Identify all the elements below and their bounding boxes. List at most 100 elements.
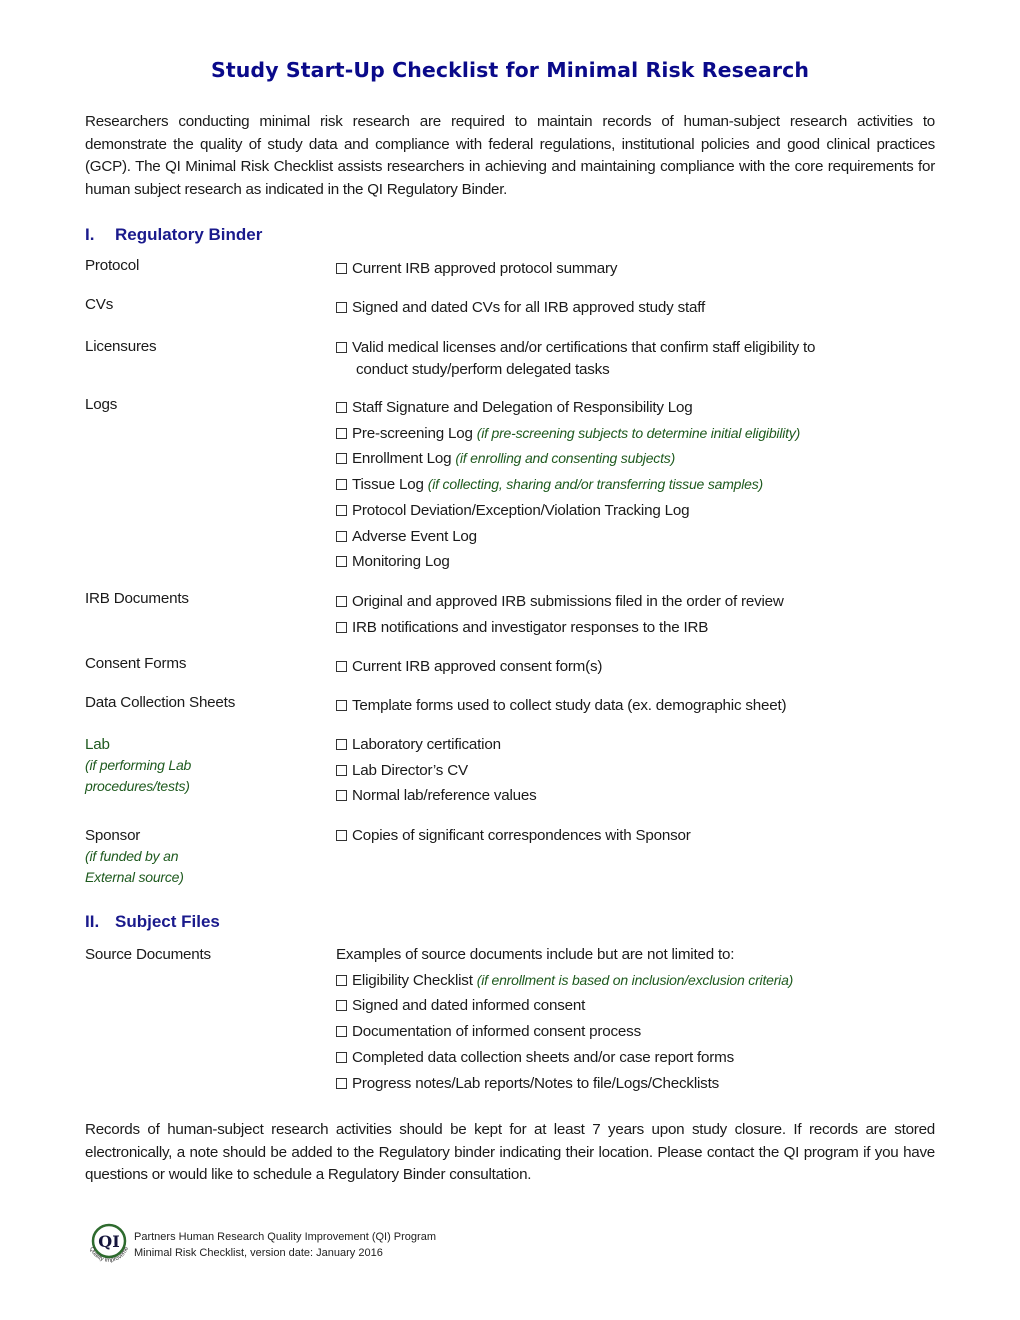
- checkbox[interactable]: [336, 1051, 347, 1063]
- item-text: Template forms used to collect study dat…: [352, 697, 787, 714]
- logo-text: QI: [98, 1232, 119, 1251]
- checklist-item[interactable]: Normal lab/reference values: [336, 783, 956, 809]
- items-intro: Examples of source documents include but…: [336, 946, 735, 963]
- checklist-item[interactable]: Lab Director’s CV: [336, 758, 956, 784]
- checkbox[interactable]: [336, 596, 347, 607]
- item-text: Staff Signature and Delegation of Respon…: [352, 399, 693, 416]
- section-number: I.: [85, 225, 95, 244]
- item-text: Pre-screening Log: [352, 424, 473, 442]
- checklist-item[interactable]: Eligibility Checklist (if enrollment is …: [336, 968, 956, 994]
- checklist-item[interactable]: Enrollment Log (if enrolling and consent…: [336, 446, 956, 472]
- checklist-item[interactable]: Laboratory certification: [336, 732, 956, 758]
- footer-program-name: Partners Human Research Quality Improvem…: [134, 1231, 436, 1243]
- row-label-note: procedures/tests): [85, 777, 190, 794]
- checklist-item[interactable]: Copies of significant correspondences wi…: [336, 823, 956, 849]
- checkbox[interactable]: [336, 504, 347, 516]
- row-label: Consent Forms: [85, 655, 187, 672]
- footer: QI Quality Improvement Partners Human Re…: [82, 1214, 582, 1274]
- checklist-item[interactable]: Documentation of informed consent proces…: [336, 1019, 956, 1045]
- checkbox[interactable]: [336, 342, 347, 353]
- page-title: Study Start-Up Checklist for Minimal Ris…: [210, 58, 810, 82]
- checklist-item[interactable]: Monitoring Log: [336, 549, 956, 575]
- item-text: Completed data collection sheets and/or …: [352, 1048, 734, 1066]
- checklist-item[interactable]: Completed data collection sheets and/or …: [336, 1045, 956, 1071]
- item-text-continued: conduct study/perform delegated tasks: [356, 361, 610, 378]
- checklist-item[interactable]: Current IRB approved protocol summary: [336, 256, 956, 282]
- item-text: Tissue Log: [352, 476, 424, 494]
- checklist-item[interactable]: Valid medical licenses and/or certificat…: [336, 337, 956, 381]
- row-label: Data Collection Sheets: [85, 694, 236, 711]
- item-condition: (if pre-screening subjects to determine …: [476, 424, 801, 441]
- section-heading-subject-files: II. Subject Files: [85, 912, 220, 932]
- item-text: Monitoring Log: [352, 553, 450, 571]
- item-text: Original and approved IRB submissions fi…: [352, 593, 784, 610]
- item-text: Valid medical licenses and/or certificat…: [352, 339, 816, 356]
- row-label: Logs: [85, 396, 118, 413]
- checkbox[interactable]: [336, 700, 347, 711]
- row-label-text: Sponsor: [85, 827, 141, 844]
- item-text: IRB notifications and investigator respo…: [352, 618, 709, 636]
- checklist-item[interactable]: Tissue Log (if collecting, sharing and/o…: [336, 472, 956, 498]
- checkbox[interactable]: [336, 1077, 347, 1089]
- checkbox[interactable]: [336, 530, 347, 542]
- checkbox[interactable]: [336, 621, 347, 633]
- row-label-note: (if funded by an: [85, 848, 179, 864]
- checkbox[interactable]: [336, 302, 347, 313]
- checkbox[interactable]: [336, 739, 347, 750]
- qi-logo-icon: QI Quality Improvement: [82, 1214, 130, 1264]
- item-text: Lab Director’s CV: [352, 761, 468, 779]
- checkbox[interactable]: [336, 479, 347, 491]
- checklist-item[interactable]: Signed and dated informed consent: [336, 993, 956, 1019]
- checkbox[interactable]: [336, 661, 347, 672]
- row-label: Lab (if performing Lab procedures/tests): [85, 735, 325, 796]
- item-text: Protocol Deviation/Exception/Violation T…: [352, 501, 690, 519]
- item-condition: (if collecting, sharing and/or transferr…: [427, 476, 764, 493]
- item-text: Laboratory certification: [352, 736, 501, 753]
- item-text: Signed and dated informed consent: [352, 997, 586, 1015]
- item-condition: (if enrollment is based on inclusion/exc…: [476, 971, 794, 988]
- item-text: Eligibility Checklist: [352, 971, 473, 989]
- checkbox[interactable]: [336, 790, 347, 802]
- item-text: Current IRB approved consent form(s): [352, 658, 603, 675]
- checkbox[interactable]: [336, 556, 347, 568]
- checkbox[interactable]: [336, 1000, 347, 1012]
- checklist-item[interactable]: Progress notes/Lab reports/Notes to file…: [336, 1071, 956, 1097]
- section-heading-regulatory-binder: I. Regulatory Binder: [85, 225, 262, 245]
- checkbox[interactable]: [336, 764, 347, 776]
- checkbox[interactable]: [336, 263, 347, 274]
- checkbox[interactable]: [336, 830, 347, 841]
- checklist-item[interactable]: Protocol Deviation/Exception/Violation T…: [336, 498, 956, 524]
- item-text: Progress notes/Lab reports/Notes to file…: [352, 1074, 719, 1092]
- item-condition: (if enrolling and consenting subjects): [455, 450, 676, 467]
- item-text: Normal lab/reference values: [352, 787, 537, 805]
- row-label: CVs: [85, 296, 114, 313]
- intro-paragraph: Researchers conducting minimal risk rese…: [85, 113, 935, 198]
- checkbox[interactable]: [336, 974, 347, 986]
- row-label: Sponsor (if funded by an External source…: [85, 826, 325, 887]
- checklist-item[interactable]: Original and approved IRB submissions fi…: [336, 589, 956, 615]
- checklist-item[interactable]: IRB notifications and investigator respo…: [336, 615, 956, 641]
- row-label: IRB Documents: [85, 590, 189, 607]
- checkbox[interactable]: [336, 427, 347, 439]
- closing-paragraph: Records of human-subject research activi…: [85, 1121, 935, 1183]
- item-text: Current IRB approved protocol summary: [352, 260, 618, 277]
- row-label-note: (if performing Lab: [85, 757, 192, 773]
- checklist-item[interactable]: Current IRB approved consent form(s): [336, 654, 956, 680]
- checkbox[interactable]: [336, 1026, 347, 1038]
- row-label: Protocol: [85, 257, 140, 274]
- checklist-item[interactable]: Template forms used to collect study dat…: [336, 693, 956, 719]
- item-text: Signed and dated CVs for all IRB approve…: [352, 299, 705, 316]
- row-label: Licensures: [85, 338, 157, 355]
- row-label-text: Lab: [85, 736, 110, 753]
- item-text: Adverse Event Log: [352, 527, 477, 545]
- checklist-item[interactable]: Adverse Event Log: [336, 524, 956, 550]
- checklist-item[interactable]: Pre-screening Log (if pre-screening subj…: [336, 421, 956, 447]
- footer-version: Minimal Risk Checklist, version date: Ja…: [134, 1247, 383, 1259]
- checklist-item[interactable]: Signed and dated CVs for all IRB approve…: [336, 295, 956, 321]
- item-text: Enrollment Log: [352, 450, 452, 468]
- item-text: Copies of significant correspondences wi…: [352, 827, 691, 844]
- checkbox[interactable]: [336, 453, 347, 465]
- checkbox[interactable]: [336, 402, 347, 413]
- section-number: II.: [85, 912, 100, 931]
- checklist-item[interactable]: Staff Signature and Delegation of Respon…: [336, 395, 956, 421]
